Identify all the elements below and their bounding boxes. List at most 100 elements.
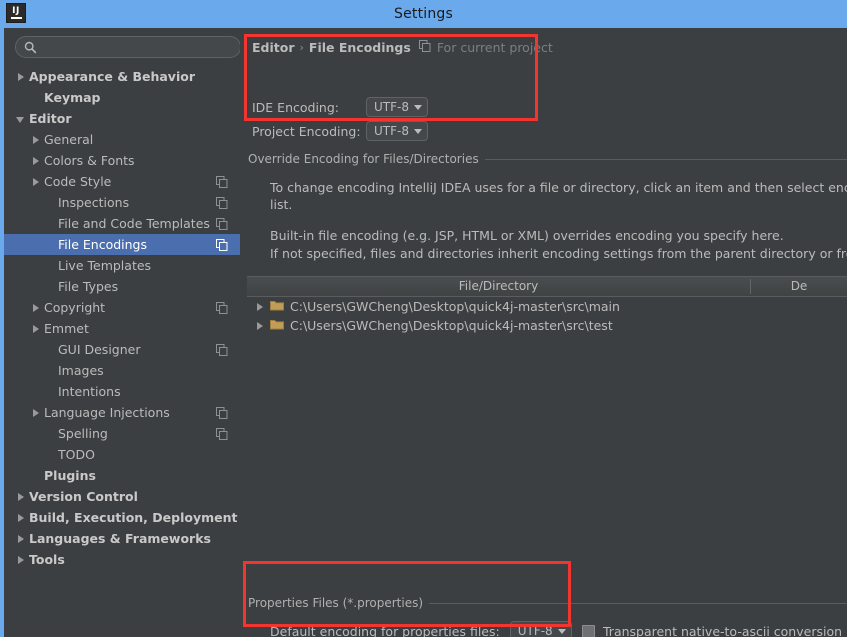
intellij-idea-logo-icon: IJ bbox=[6, 3, 26, 23]
sidebar-item-editor[interactable]: Editor bbox=[4, 108, 240, 129]
sidebar-item-label: Version Control bbox=[29, 489, 138, 504]
chevron-right-icon[interactable] bbox=[16, 555, 26, 565]
sidebar-item-keymap[interactable]: Keymap bbox=[4, 87, 240, 108]
sidebar-item-label: Languages & Frameworks bbox=[29, 531, 211, 546]
chevron-right-icon[interactable] bbox=[16, 492, 26, 502]
sidebar-item-general[interactable]: General bbox=[4, 129, 240, 150]
settings-window: IJ Settings Appearance & Behavior Keymap… bbox=[0, 0, 847, 637]
window-body: Appearance & Behavior Keymap Editor General… bbox=[0, 28, 847, 637]
chevron-right-icon[interactable] bbox=[255, 302, 265, 312]
copy-scope-icon bbox=[216, 218, 228, 230]
sidebar-item-language-injections[interactable]: Language Injections bbox=[4, 402, 240, 423]
sidebar-item-spelling[interactable]: Spelling bbox=[4, 423, 240, 444]
ide-encoding-label: IDE Encoding: bbox=[252, 99, 339, 115]
sidebar-item-label: File Types bbox=[58, 279, 119, 294]
transparent-conversion-label: Transparent native-to-ascii conversion bbox=[603, 623, 843, 637]
sidebar-item-todo[interactable]: TODO bbox=[4, 444, 240, 465]
chevron-right-icon[interactable] bbox=[31, 177, 41, 187]
sidebar-item-label: Language Injections bbox=[44, 405, 170, 420]
override-paragraph-1: To change encoding IntelliJ IDEA uses fo… bbox=[270, 180, 847, 195]
sidebar-item-emmet[interactable]: Emmet bbox=[4, 318, 240, 339]
ide-encoding-row: IDE Encoding: UTF-8 bbox=[252, 96, 428, 118]
default-properties-encoding-dropdown[interactable]: UTF-8 bbox=[509, 621, 572, 637]
sidebar-item-label: Colors & Fonts bbox=[44, 153, 135, 168]
table-row[interactable]: C:\Users\GWCheng\Desktop\quick4j-master\… bbox=[247, 297, 847, 316]
file-path: C:\Users\GWCheng\Desktop\quick4j-master\… bbox=[290, 299, 620, 314]
sidebar-item-languages-frameworks[interactable]: Languages & Frameworks bbox=[4, 528, 240, 549]
breadcrumb-parent[interactable]: Editor bbox=[252, 40, 295, 55]
title-bar: IJ Settings bbox=[0, 0, 847, 28]
search-input[interactable] bbox=[37, 38, 240, 56]
sidebar-item-label: TODO bbox=[58, 447, 95, 462]
settings-content-pane: Editor › File Encodings For current proj… bbox=[240, 28, 847, 637]
sidebar-item-images[interactable]: Images bbox=[4, 360, 240, 381]
sidebar-item-appearance-behavior[interactable]: Appearance & Behavior bbox=[4, 66, 240, 87]
sidebar-item-build-execution-deployment[interactable]: Build, Execution, Deployment bbox=[4, 507, 240, 528]
sidebar-item-intentions[interactable]: Intentions bbox=[4, 381, 240, 402]
project-encoding-label: Project Encoding: bbox=[252, 123, 361, 139]
ide-encoding-dropdown[interactable]: UTF-8 bbox=[366, 97, 428, 117]
copy-scope-icon bbox=[216, 176, 228, 188]
chevron-right-icon[interactable] bbox=[31, 303, 41, 313]
override-group-title: Override Encoding for Files/Directories bbox=[248, 152, 485, 166]
chevron-right-icon[interactable] bbox=[31, 408, 41, 418]
chevron-right-icon[interactable] bbox=[16, 72, 26, 82]
sidebar-item-plugins[interactable]: Plugins bbox=[4, 465, 240, 486]
file-path: C:\Users\GWCheng\Desktop\quick4j-master\… bbox=[290, 318, 613, 333]
breadcrumb-scope-note: For current project bbox=[436, 40, 553, 55]
sidebar-item-tools[interactable]: Tools bbox=[4, 549, 240, 570]
column-header-default-encoding[interactable]: De bbox=[751, 277, 847, 296]
override-paragraph-4: If not specified, files and directories … bbox=[270, 246, 847, 261]
copy-scope-icon bbox=[418, 40, 431, 55]
sidebar-item-live-templates[interactable]: Live Templates bbox=[4, 255, 240, 276]
folder-icon bbox=[270, 318, 284, 333]
settings-tree: Appearance & Behavior Keymap Editor General… bbox=[4, 66, 240, 570]
sidebar-item-label: Code Style bbox=[44, 174, 112, 189]
chevron-right-icon[interactable] bbox=[16, 513, 26, 523]
properties-group-line bbox=[405, 603, 847, 604]
chevron-right-icon[interactable] bbox=[31, 324, 41, 334]
table-row[interactable]: C:\Users\GWCheng\Desktop\quick4j-master\… bbox=[247, 316, 847, 335]
column-header-file-directory[interactable]: File/Directory bbox=[247, 277, 750, 296]
chevron-right-icon[interactable] bbox=[31, 156, 41, 166]
sidebar-item-inspections[interactable]: Inspections bbox=[4, 192, 240, 213]
ide-encoding-value: UTF-8 bbox=[374, 100, 409, 114]
copy-scope-icon bbox=[216, 302, 228, 314]
properties-group-title: Properties Files (*.properties) bbox=[248, 596, 430, 610]
sidebar-item-label: Keymap bbox=[44, 90, 101, 105]
sidebar-item-file-types[interactable]: File Types bbox=[4, 276, 240, 297]
sidebar-item-label: File and Code Templates bbox=[58, 216, 210, 231]
sidebar-item-gui-designer[interactable]: GUI Designer bbox=[4, 339, 240, 360]
sidebar-item-label: Build, Execution, Deployment bbox=[29, 510, 238, 525]
chevron-right-icon[interactable] bbox=[31, 135, 41, 145]
sidebar-item-file-encodings[interactable]: File Encodings bbox=[4, 234, 240, 255]
chevron-down-icon[interactable] bbox=[16, 114, 26, 124]
sidebar-item-code-style[interactable]: Code Style bbox=[4, 171, 240, 192]
sidebar-item-colors-fonts[interactable]: Colors & Fonts bbox=[4, 150, 240, 171]
sidebar-item-label: File Encodings bbox=[58, 237, 148, 252]
override-group-line bbox=[425, 159, 847, 160]
default-properties-encoding-label: Default encoding for properties files: bbox=[270, 623, 500, 637]
transparent-conversion-row[interactable]: Transparent native-to-ascii conversion bbox=[582, 620, 842, 637]
sidebar-item-label: Live Templates bbox=[58, 258, 152, 273]
sidebar-item-file-and-code-templates[interactable]: File and Code Templates bbox=[4, 213, 240, 234]
chevron-right-icon[interactable] bbox=[16, 534, 26, 544]
transparent-conversion-checkbox[interactable] bbox=[582, 624, 595, 637]
sidebar-item-copyright[interactable]: Copyright bbox=[4, 297, 240, 318]
chevron-right-icon[interactable] bbox=[255, 321, 265, 331]
project-encoding-dropdown[interactable]: UTF-8 bbox=[366, 121, 428, 141]
project-encoding-value: UTF-8 bbox=[374, 124, 409, 138]
search-field[interactable] bbox=[15, 36, 240, 58]
copy-scope-icon bbox=[216, 428, 228, 440]
project-encoding-row: Project Encoding: UTF-8 bbox=[252, 120, 428, 142]
copy-scope-icon bbox=[216, 407, 228, 419]
sidebar-item-version-control[interactable]: Version Control bbox=[4, 486, 240, 507]
